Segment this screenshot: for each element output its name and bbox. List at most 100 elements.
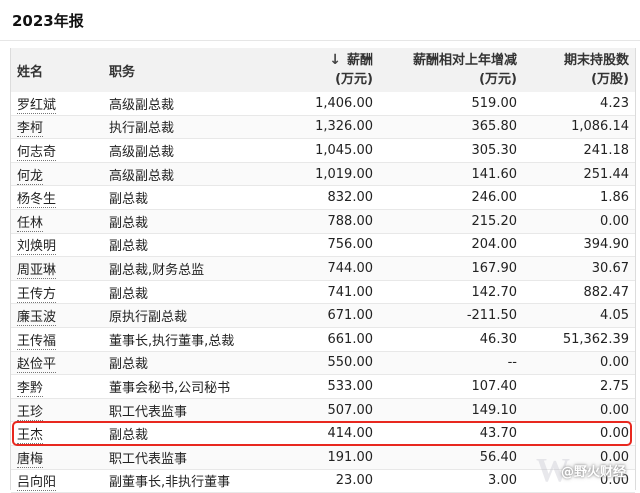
cell-name: 李黔 [11, 374, 103, 399]
person-name-link[interactable]: 王杰 [17, 428, 44, 445]
person-name-link[interactable]: 王珍 [17, 404, 44, 421]
person-name-link[interactable]: 杨冬生 [17, 192, 57, 209]
cell-shares: 1.86 [523, 185, 635, 210]
person-name-link[interactable]: 刘焕明 [17, 239, 57, 256]
table-row[interactable]: 任林 副总裁 788.00 215.20 0.00 [11, 209, 635, 234]
cell-change: 43.70 [379, 421, 523, 446]
table-row[interactable]: 李柯 执行副总裁 1,326.00 365.80 1,086.14 [11, 115, 635, 140]
person-name-link[interactable]: 何龙 [17, 168, 44, 185]
cell-salary: 671.00 [281, 303, 379, 328]
cell-role: 副总裁 [103, 280, 281, 305]
cell-name: 王传方 [11, 280, 103, 305]
table-row[interactable]: 赵俭平 副总裁 550.00 -- 0.00 [11, 351, 635, 376]
cell-change: 215.20 [379, 209, 523, 234]
cell-shares: 882.47 [523, 280, 635, 305]
cell-shares: 0.00 [523, 398, 635, 423]
cell-change: 167.90 [379, 256, 523, 281]
cell-change: 3.00 [379, 469, 523, 493]
cell-salary: 1,406.00 [281, 92, 379, 116]
cell-role: 高级副总裁 [103, 138, 281, 163]
cell-change: 56.40 [379, 445, 523, 470]
salary-table-container: 姓名 职务 ↓ 薪酬 (万元) 薪酬相对上年增减 (万元) 期末持股数 (万股) … [10, 48, 636, 493]
cell-salary: 832.00 [281, 185, 379, 210]
person-name-link[interactable]: 罗红斌 [17, 97, 57, 114]
person-name-link[interactable]: 周亚琳 [17, 262, 57, 279]
shares-header-unit: (万股) [591, 72, 629, 87]
cell-name: 何龙 [11, 162, 103, 187]
person-name-link[interactable]: 何志奇 [17, 144, 57, 161]
cell-shares: 394.90 [523, 233, 635, 258]
table-row[interactable]: 杨冬生 副总裁 832.00 246.00 1.86 [11, 185, 635, 210]
watermark-text: @野火财经 [560, 465, 626, 480]
column-header-salary[interactable]: ↓ 薪酬 (万元) [281, 48, 379, 92]
cell-role: 职工代表监事 [103, 398, 281, 423]
cell-salary: 1,019.00 [281, 162, 379, 187]
shares-header-label: 期末持股数 [563, 53, 629, 68]
person-name-link[interactable]: 王传方 [17, 286, 57, 303]
cell-salary: 414.00 [281, 421, 379, 446]
cell-shares: 51,362.39 [523, 327, 635, 352]
cell-salary: 741.00 [281, 280, 379, 305]
column-header-change[interactable]: 薪酬相对上年增减 (万元) [379, 48, 523, 92]
column-header-name[interactable]: 姓名 [11, 48, 103, 92]
table-row[interactable]: 周亚琳 副总裁,财务总监 744.00 167.90 30.67 [11, 256, 635, 281]
table-row[interactable]: 何志奇 高级副总裁 1,045.00 305.30 241.18 [11, 138, 635, 163]
cell-shares: 4.23 [523, 92, 635, 116]
cell-name: 周亚琳 [11, 256, 103, 281]
person-name-link[interactable]: 吕向阳 [17, 475, 57, 492]
cell-name: 王传福 [11, 327, 103, 352]
person-name-link[interactable]: 任林 [17, 215, 44, 232]
table-row[interactable]: 刘焕明 副总裁 756.00 204.00 394.90 [11, 233, 635, 258]
cell-role: 高级副总裁 [103, 92, 281, 116]
change-header-unit: (万元) [479, 72, 517, 87]
person-name-link[interactable]: 唐梅 [17, 451, 44, 468]
person-name-link[interactable]: 李黔 [17, 380, 44, 397]
cell-role: 副总裁 [103, 209, 281, 234]
table-row[interactable]: 廉玉波 原执行副总裁 671.00 -211.50 4.05 [11, 303, 635, 328]
cell-change: 46.30 [379, 327, 523, 352]
table-body: 罗红斌 高级副总裁 1,406.00 519.00 4.23 李柯 执行副总裁 1,326.0… [11, 92, 635, 493]
column-header-role[interactable]: 职务 [103, 48, 281, 92]
column-header-shares[interactable]: 期末持股数 (万股) [523, 48, 635, 92]
table-row[interactable]: 王珍 职工代表监事 507.00 149.10 0.00 [11, 398, 635, 423]
cell-change: 141.60 [379, 162, 523, 187]
person-name-link[interactable]: 王传福 [17, 333, 57, 350]
cell-shares: 4.05 [523, 303, 635, 328]
change-header-label: 薪酬相对上年增减 [412, 53, 517, 68]
cell-name: 何志奇 [11, 138, 103, 163]
cell-role: 职工代表监事 [103, 445, 281, 470]
cell-salary: 661.00 [281, 327, 379, 352]
cell-role: 副总裁 [103, 185, 281, 210]
cell-salary: 788.00 [281, 209, 379, 234]
table-row[interactable]: 王杰 副总裁 414.00 43.70 0.00 [11, 421, 635, 446]
cell-role: 副总裁 [103, 233, 281, 258]
cell-salary: 744.00 [281, 256, 379, 281]
cell-salary: 191.00 [281, 445, 379, 470]
cell-change: 305.30 [379, 138, 523, 163]
cell-salary: 533.00 [281, 374, 379, 399]
cell-change: -211.50 [379, 303, 523, 328]
cell-name: 廉玉波 [11, 303, 103, 328]
cell-role: 执行副总裁 [103, 115, 281, 140]
salary-header-label: 薪酬 [346, 53, 373, 68]
cell-shares: 241.18 [523, 138, 635, 163]
cell-name: 任林 [11, 209, 103, 234]
cell-salary: 507.00 [281, 398, 379, 423]
table-row[interactable]: 李黔 董事会秘书,公司秘书 533.00 107.40 2.75 [11, 374, 635, 399]
table-row[interactable]: 王传方 副总裁 741.00 142.70 882.47 [11, 280, 635, 305]
person-name-link[interactable]: 赵俭平 [17, 357, 57, 374]
cell-name: 唐梅 [11, 445, 103, 470]
cell-role: 原执行副总裁 [103, 303, 281, 328]
person-name-link[interactable]: 廉玉波 [17, 310, 57, 327]
table-row[interactable]: 何龙 高级副总裁 1,019.00 141.60 251.44 [11, 162, 635, 187]
arrow-down-icon[interactable]: ↓ [329, 52, 341, 68]
cell-name: 王杰 [11, 421, 103, 446]
cell-role: 副总裁 [103, 351, 281, 376]
table-row[interactable]: 罗红斌 高级副总裁 1,406.00 519.00 4.23 [11, 92, 635, 116]
report-header: 2023年报 [0, 0, 640, 41]
cell-salary: 550.00 [281, 351, 379, 376]
cell-salary: 1,045.00 [281, 138, 379, 163]
table-row[interactable]: 王传福 董事长,执行董事,总裁 661.00 46.30 51,362.39 [11, 327, 635, 352]
person-name-link[interactable]: 李柯 [17, 121, 44, 138]
cell-change: 149.10 [379, 398, 523, 423]
